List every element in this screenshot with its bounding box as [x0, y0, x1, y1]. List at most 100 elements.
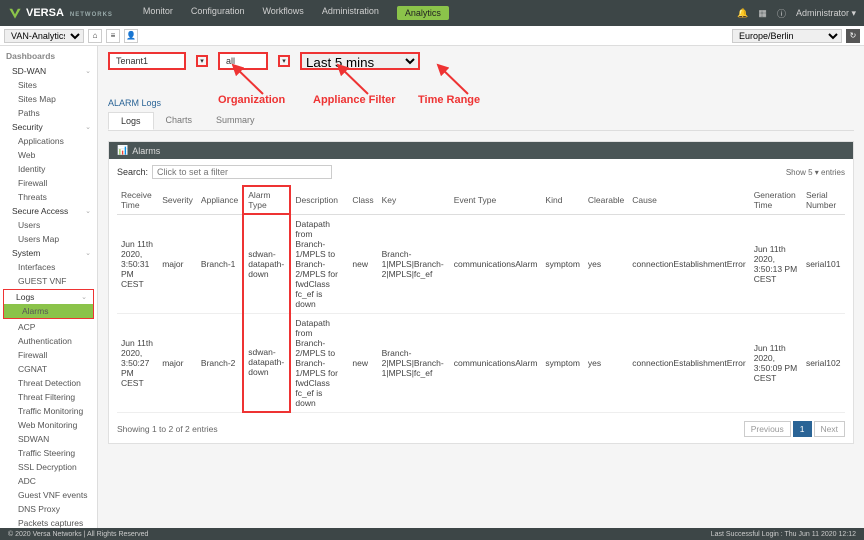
sidebar-dns-proxy[interactable]: DNS Proxy [0, 502, 97, 516]
col-alarm-type[interactable]: Alarm Type [243, 186, 290, 214]
sidebar-authentication[interactable]: Authentication [0, 334, 97, 348]
grid-icon[interactable]: ▦ [758, 8, 767, 19]
notification-icon[interactable]: 🔔 [737, 8, 748, 19]
home-icon[interactable]: ⌂ [88, 29, 102, 43]
nav-configuration[interactable]: Configuration [191, 6, 245, 20]
sidebar-security[interactable]: Security⌄ [0, 120, 97, 134]
info-icon[interactable]: ⓘ [777, 7, 786, 20]
logo-icon [8, 6, 22, 20]
search-input[interactable] [152, 165, 332, 179]
sidebar-traffic-monitoring[interactable]: Traffic Monitoring [0, 404, 97, 418]
col-receive-time[interactable]: Receive Time [117, 186, 158, 214]
pager-info: Showing 1 to 2 of 2 entries [117, 424, 218, 434]
topbar: VERSA NETWORKS Monitor Configuration Wor… [0, 0, 864, 26]
sidebar-threat-filtering[interactable]: Threat Filtering [0, 390, 97, 404]
sidebar-ssl-decryption[interactable]: SSL Decryption [0, 460, 97, 474]
appliance-caret[interactable]: ▾ [278, 55, 290, 67]
main-content: Tenant1 ▾ all ▾ Last 5 mins Organization… [98, 46, 864, 528]
sidebar-web[interactable]: Web [0, 148, 97, 162]
sidebar-alarms[interactable]: Alarms [4, 304, 93, 318]
pager-next[interactable]: Next [814, 421, 845, 437]
sidebar-adc[interactable]: ADC [0, 474, 97, 488]
timezone-select[interactable]: Europe/Berlin [732, 29, 842, 43]
col-appliance[interactable]: Appliance [197, 186, 243, 214]
pager-prev[interactable]: Previous [744, 421, 791, 437]
sidebar-cgnat[interactable]: CGNAT [0, 362, 97, 376]
table-row[interactable]: Jun 11th 2020, 3:50:31 PM CEST major Bra… [117, 214, 845, 313]
col-generation-time[interactable]: Generation Time [750, 186, 802, 214]
footer-last-login: Last Successful Login : Thu Jun 11 2020 … [711, 531, 856, 538]
sidebar-threat-detection[interactable]: Threat Detection [0, 376, 97, 390]
sidebar-users[interactable]: Users [0, 218, 97, 232]
alarms-table: Receive Time Severity Appliance Alarm Ty… [117, 185, 845, 413]
nav-administration[interactable]: Administration [322, 6, 379, 20]
list-icon[interactable]: ≡ [106, 29, 120, 43]
footer-copyright: © 2020 Versa Networks | All Rights Reser… [8, 531, 148, 538]
col-class[interactable]: Class [348, 186, 377, 214]
annotation-org: Organization [218, 94, 285, 106]
sidebar-identity[interactable]: Identity [0, 162, 97, 176]
show-entries[interactable]: Show 5 ▾ entries [786, 168, 845, 177]
sidebar-paths[interactable]: Paths [0, 106, 97, 120]
appliance-filter[interactable]: all [218, 52, 268, 70]
filter-bar: Tenant1 ▾ all ▾ Last 5 mins [108, 52, 854, 70]
col-kind[interactable]: Kind [541, 186, 583, 214]
sidebar-guest-vnf-events[interactable]: Guest VNF events [0, 488, 97, 502]
col-cause[interactable]: Cause [628, 186, 749, 214]
col-severity[interactable]: Severity [158, 186, 197, 214]
org-filter[interactable]: Tenant1 [108, 52, 186, 70]
alarms-panel: 📊 Alarms Search: Show 5 ▾ entries Receiv… [108, 141, 854, 444]
sidebar-sites[interactable]: Sites [0, 78, 97, 92]
tabs: Logs Charts Summary [108, 112, 854, 131]
sidebar-users-map[interactable]: Users Map [0, 232, 97, 246]
nav-analytics[interactable]: Analytics [397, 6, 449, 20]
sidebar-sites-map[interactable]: Sites Map [0, 92, 97, 106]
brand-subtext: NETWORKS [70, 12, 113, 18]
tab-logs[interactable]: Logs [108, 112, 154, 130]
panel-title: Alarms [132, 146, 160, 156]
refresh-icon[interactable]: ↻ [846, 29, 860, 43]
brand-text: VERSA [26, 7, 64, 19]
pager-page-1[interactable]: 1 [793, 421, 812, 437]
annotation-appliance: Appliance Filter [313, 94, 396, 106]
col-clearable[interactable]: Clearable [584, 186, 628, 214]
col-description[interactable]: Description [290, 186, 348, 214]
sidebar-applications[interactable]: Applications [0, 134, 97, 148]
sidebar-web-monitoring[interactable]: Web Monitoring [0, 418, 97, 432]
tab-summary[interactable]: Summary [204, 112, 267, 130]
top-right: 🔔 ▦ ⓘ Administrator ▾ [737, 7, 856, 20]
top-nav: Monitor Configuration Workflows Administ… [143, 6, 449, 20]
sidebar-dashboards-header: Dashboards [0, 48, 97, 64]
user-icon[interactable]: 👤 [124, 29, 138, 43]
annotation-range: Time Range [418, 94, 480, 106]
tab-charts[interactable]: Charts [154, 112, 205, 130]
sidebar-logs[interactable]: Logs⌄ [4, 290, 93, 304]
sidebar-firewall-logs[interactable]: Firewall [0, 348, 97, 362]
table-row[interactable]: Jun 11th 2020, 3:50:27 PM CEST major Bra… [117, 313, 845, 412]
nav-workflows[interactable]: Workflows [262, 6, 303, 20]
sidebar-sdwan-logs[interactable]: SDWAN [0, 432, 97, 446]
brand-logo: VERSA NETWORKS [8, 6, 113, 20]
time-range-filter[interactable]: Last 5 mins [300, 52, 420, 70]
sidebar-packets-captures[interactable]: Packets captures [0, 516, 97, 528]
sidebar-threats[interactable]: Threats [0, 190, 97, 204]
sidebar-sdwan[interactable]: SD-WAN⌄ [0, 64, 97, 78]
sidebar-interfaces[interactable]: Interfaces [0, 260, 97, 274]
admin-menu[interactable]: Administrator ▾ [796, 8, 856, 19]
col-key[interactable]: Key [378, 186, 450, 214]
sidebar-traffic-steering[interactable]: Traffic Steering [0, 446, 97, 460]
col-event-type[interactable]: Event Type [450, 186, 542, 214]
nav-monitor[interactable]: Monitor [143, 6, 173, 20]
sidebar-firewall[interactable]: Firewall [0, 176, 97, 190]
sidebar-acp[interactable]: ACP [0, 320, 97, 334]
panel-header: 📊 Alarms [109, 142, 853, 159]
subbar: VAN-Analytics-1 ⌂ ≡ 👤 Europe/Berlin ↻ [0, 26, 864, 46]
sidebar-system[interactable]: System⌄ [0, 246, 97, 260]
sidebar-guest-vnf[interactable]: GUEST VNF [0, 274, 97, 288]
sidebar-secure-access[interactable]: Secure Access⌄ [0, 204, 97, 218]
search-label: Search: [117, 167, 148, 177]
col-serial[interactable]: Serial Number [802, 186, 845, 214]
org-caret[interactable]: ▾ [196, 55, 208, 67]
chart-icon: 📊 [117, 145, 128, 156]
instance-select[interactable]: VAN-Analytics-1 [4, 29, 84, 43]
